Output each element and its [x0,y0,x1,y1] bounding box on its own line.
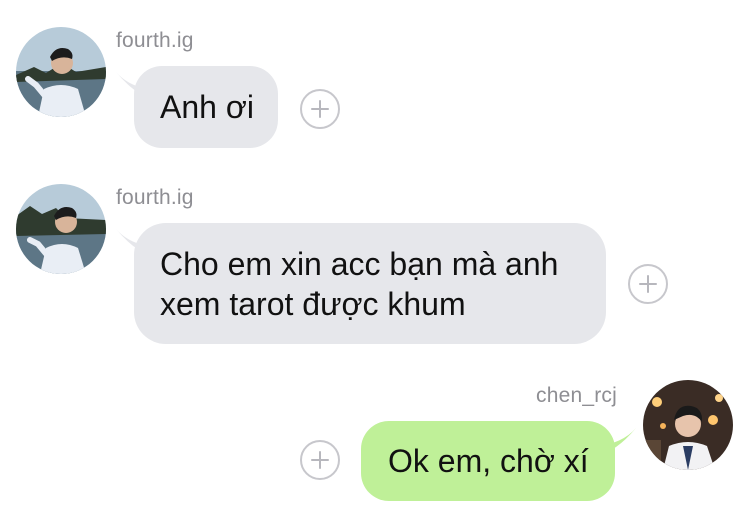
message-bubble-outgoing[interactable]: Ok em, chờ xí [361,421,615,501]
avatar-fourth-ig[interactable] [16,184,106,274]
add-reaction-icon[interactable] [300,440,340,480]
message-bubble-incoming[interactable]: Cho em xin acc bạn mà anh xem tarot được… [134,223,606,344]
message-text: Anh ơi [160,89,254,125]
message-bubble-incoming[interactable]: Anh ơi [134,66,278,148]
message-text-line: Cho em xin acc bạn mà anh [160,245,559,282]
sender-username: chen_rcj [536,384,617,407]
add-reaction-icon[interactable] [628,264,668,304]
message-text: Ok em, chờ xí [388,443,589,479]
message-text-line: xem tarot được khum [160,285,466,322]
profile-photo [16,184,106,274]
sender-username: fourth.ig [116,186,194,209]
sender-username: fourth.ig [116,29,194,52]
add-reaction-icon[interactable] [300,89,340,129]
profile-photo [16,27,106,117]
message-text: Cho em xin acc bạn mà anh xem tarot được… [160,244,558,324]
avatar-fourth-ig[interactable] [16,27,106,117]
avatar-chen-rcj[interactable] [643,380,733,470]
profile-photo [643,380,733,470]
